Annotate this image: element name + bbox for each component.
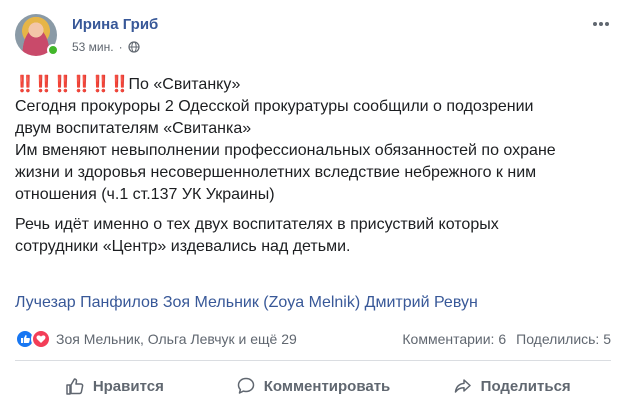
reaction-icons xyxy=(15,329,51,349)
divider xyxy=(15,360,611,361)
text-line: жизни и здоровья несовершеннолетних всле… xyxy=(15,164,537,181)
post-headline: ‼️‼️‼️‼️‼️‼️По «Свитанку» xyxy=(15,74,615,96)
double-exclamation-icons: ‼️‼️‼️‼️‼️‼️ xyxy=(15,76,130,93)
like-label: Нравится xyxy=(92,377,164,395)
share-arrow-icon xyxy=(454,379,471,393)
like-button[interactable]: Нравится xyxy=(15,366,214,406)
tagged-people: Лучезар Панфилов Зоя Мельник (Zoya Melni… xyxy=(15,292,478,314)
thumbs-up-icon xyxy=(66,378,84,395)
text-line: Сегодня прокуроры 2 Одесской прокуратуры… xyxy=(15,98,534,115)
post-card: Ирина Гриб 53 мин. · ‼️‼️‼️‼️‼️‼️По «Сви… xyxy=(0,0,625,414)
more-horizontal-icon xyxy=(593,22,609,26)
shares-count[interactable]: Поделились: 5 xyxy=(516,331,611,347)
author-name[interactable]: Ирина Гриб xyxy=(72,16,158,33)
post-time[interactable]: 53 мин. xyxy=(72,40,114,54)
tag-link[interactable]: Зоя Мельник (Zoya Melnik) xyxy=(163,294,360,311)
tag-link[interactable]: Дмитрий Ревун xyxy=(365,294,478,311)
headline-text: По «Свитанку» xyxy=(128,76,241,93)
more-options-button[interactable] xyxy=(591,14,611,34)
post-meta: 53 мин. · xyxy=(72,40,140,54)
comment-button[interactable]: Комментировать xyxy=(214,366,413,406)
text-line: сотрудники «Центр» издевались над детьми… xyxy=(15,238,351,255)
text-line: Им вменяют невыполнении профессиональных… xyxy=(15,142,556,159)
tag-link[interactable]: Лучезар Панфилов xyxy=(15,294,158,311)
paragraph-2: Речь идёт именно о тех двух воспитателях… xyxy=(15,214,615,258)
share-button[interactable]: Поделиться xyxy=(412,366,611,406)
comments-count[interactable]: Комментарии: 6 xyxy=(402,331,506,347)
reaction-names[interactable]: Зоя Мельник, Ольга Левчук и ещё 29 xyxy=(56,331,297,347)
text-line: отношения (ч.1 ст.137 УК Украины) xyxy=(15,186,275,203)
globe-icon[interactable] xyxy=(128,41,140,53)
share-label: Поделиться xyxy=(480,377,571,395)
text-line: Речь идёт именно о тех двух воспитателях… xyxy=(15,216,499,233)
engagement-counts: Комментарии: 6 Поделились: 5 xyxy=(402,331,611,347)
online-status-indicator xyxy=(47,44,59,56)
comment-label: Комментировать xyxy=(263,377,391,395)
post-actions: Нравится Комментировать Поделиться xyxy=(15,366,611,406)
dot-separator: · xyxy=(118,40,123,54)
reactions-summary[interactable]: Зоя Мельник, Ольга Левчук и ещё 29 xyxy=(15,329,297,349)
love-reaction-icon xyxy=(31,329,51,349)
text-line: двум воспитателям «Свитанка» xyxy=(15,120,252,137)
paragraph-1: Сегодня прокуроры 2 Одесской прокуратуры… xyxy=(15,96,615,206)
comment-icon xyxy=(237,377,254,394)
post-text: ‼️‼️‼️‼️‼️‼️По «Свитанку» Сегодня прокур… xyxy=(15,74,615,258)
